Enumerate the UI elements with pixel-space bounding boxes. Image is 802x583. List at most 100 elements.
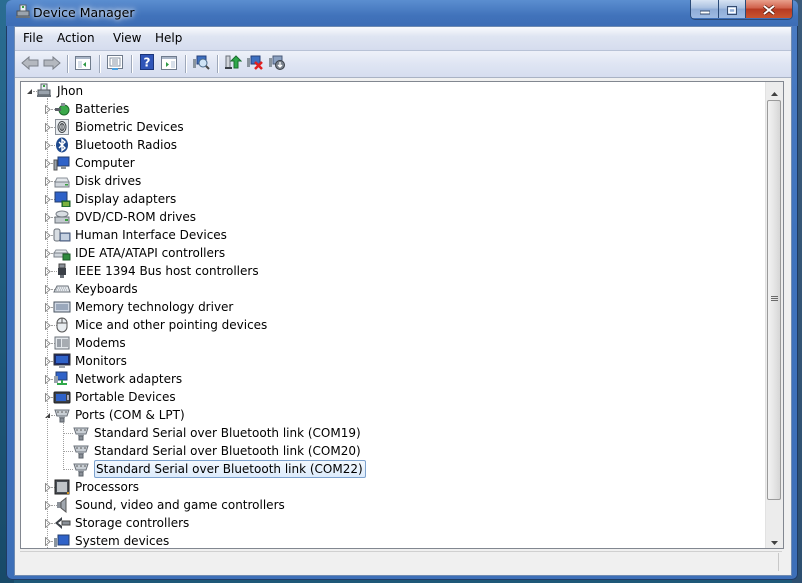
tree-item-label: Biometric Devices xyxy=(75,120,184,134)
minimize-button[interactable] xyxy=(691,0,719,18)
update-driver-button[interactable] xyxy=(223,55,243,73)
port-icon xyxy=(53,407,71,423)
monitor-icon xyxy=(53,353,71,369)
tree-category-item[interactable]: Bluetooth Radios xyxy=(53,136,177,154)
ide-controller-icon xyxy=(53,245,71,261)
scrollbar-grip-line xyxy=(771,298,778,299)
port-icon xyxy=(72,443,90,459)
toolbar-separator xyxy=(67,55,68,73)
device-tree[interactable]: Jhon Batteries Biometric Devices Bluetooth … xyxy=(20,81,784,549)
bluetooth-icon xyxy=(53,137,71,153)
storage-controller-icon xyxy=(53,515,71,531)
toolbar: ? xyxy=(15,51,791,78)
help-button[interactable]: ? xyxy=(137,54,157,73)
dvd-drive-icon xyxy=(53,209,71,225)
tree-category-item[interactable]: Portable Devices xyxy=(53,388,176,406)
maximize-icon xyxy=(727,0,737,19)
scroll-down-button[interactable] xyxy=(766,531,783,548)
tree-category-item[interactable]: Computer xyxy=(53,154,135,172)
tree-item-label: DVD/CD-ROM drives xyxy=(75,210,197,224)
toolbar-separator xyxy=(131,55,132,73)
memory-icon xyxy=(53,299,71,315)
modem-icon xyxy=(53,335,71,351)
tree-item-label: Standard Serial over Bluetooth link (COM… xyxy=(94,426,361,440)
scan-hardware-icon xyxy=(192,54,210,74)
tree-category-item[interactable]: Batteries xyxy=(53,100,129,118)
status-pane xyxy=(20,553,779,571)
tree-item-label: Sound, video and game controllers xyxy=(75,498,285,512)
computer-root-icon xyxy=(35,83,53,99)
vertical-scrollbar[interactable] xyxy=(765,82,783,548)
tree-category-item[interactable]: DVD/CD-ROM drives xyxy=(53,208,196,226)
disable-device-icon xyxy=(246,54,264,74)
tree-item-label: Memory technology driver xyxy=(75,300,234,314)
caption-buttons xyxy=(690,0,793,20)
scroll-down-arrow-icon xyxy=(771,530,778,548)
scrollbar-grip-line xyxy=(771,300,778,301)
uninstall-device-button[interactable] xyxy=(267,55,287,73)
tree-category-item[interactable]: Monitors xyxy=(53,352,127,370)
tree-category-item[interactable]: Ports (COM & LPT) xyxy=(53,406,185,424)
network-adapter-icon xyxy=(53,371,71,387)
scan-hardware-button[interactable] xyxy=(191,55,211,73)
tree-category-item[interactable]: Biometric Devices xyxy=(53,118,184,136)
tree-category-item[interactable]: Disk drives xyxy=(53,172,141,190)
tree-category-item[interactable]: IEEE 1394 Bus host controllers xyxy=(53,262,259,280)
hid-icon xyxy=(53,227,71,243)
menu-file[interactable]: File xyxy=(23,31,43,45)
back-arrow-icon xyxy=(21,55,39,74)
tree-item-label: Display adapters xyxy=(75,192,177,206)
tree-category-item[interactable]: System devices xyxy=(53,532,169,548)
tree-root-jhon[interactable]: Jhon xyxy=(35,82,83,100)
window-title: Device Manager xyxy=(33,5,135,20)
port-icon xyxy=(72,425,90,441)
tree-category-item[interactable]: Network adapters xyxy=(53,370,182,388)
uninstall-device-icon xyxy=(268,54,286,74)
tree-category-item[interactable]: Keyboards xyxy=(53,280,138,298)
tree-port-item[interactable]: Standard Serial over Bluetooth link (COM… xyxy=(72,442,361,460)
properties-button[interactable] xyxy=(105,54,125,73)
title-bar[interactable]: Device Manager xyxy=(6,0,798,26)
scrollbar-thumb[interactable] xyxy=(767,100,781,500)
disable-device-button[interactable] xyxy=(245,55,265,73)
keyboard-icon xyxy=(53,281,71,297)
show-hide-console-tree-button[interactable] xyxy=(73,55,93,73)
tree-port-item[interactable]: Standard Serial over Bluetooth link (COM… xyxy=(72,424,361,442)
tree-item-label: Standard Serial over Bluetooth link (COM… xyxy=(94,444,361,458)
tree-port-item[interactable]: Standard Serial over Bluetooth link (COM… xyxy=(72,460,366,478)
forward-button[interactable] xyxy=(42,55,62,73)
tree-category-item[interactable]: Sound, video and game controllers xyxy=(53,496,285,514)
tree-item-label: Ports (COM & LPT) xyxy=(75,408,185,422)
status-bar xyxy=(20,551,782,572)
tree-category-item[interactable]: Display adapters xyxy=(53,190,176,208)
tree-category-item[interactable]: Processors xyxy=(53,478,139,496)
tree-item-label: Standard Serial over Bluetooth link (COM… xyxy=(94,460,366,478)
close-icon xyxy=(762,0,776,19)
tree-item-label: IDE ATA/ATAPI controllers xyxy=(75,246,226,260)
display-adapter-icon xyxy=(53,191,71,207)
tree-category-item[interactable]: Mice and other pointing devices xyxy=(53,316,267,334)
menu-help[interactable]: Help xyxy=(155,31,182,45)
tree-category-item[interactable]: Human Interface Devices xyxy=(53,226,227,244)
tree-category-item[interactable]: Storage controllers xyxy=(53,514,189,532)
show-hide-action-pane-button[interactable] xyxy=(159,55,179,73)
tree-item-label: Disk drives xyxy=(75,174,142,188)
tree-item-label: Network adapters xyxy=(75,372,183,386)
close-button[interactable] xyxy=(746,0,792,18)
maximize-button[interactable] xyxy=(719,0,746,18)
tree-category-item[interactable]: Modems xyxy=(53,334,126,352)
menu-view[interactable]: View xyxy=(113,31,141,45)
tree-item-label: Monitors xyxy=(75,354,127,368)
tree-item-label: Batteries xyxy=(75,102,130,116)
scroll-up-button[interactable] xyxy=(766,82,783,99)
back-button[interactable] xyxy=(20,55,40,73)
toolbar-separator xyxy=(217,55,218,73)
tree-item-label: Bluetooth Radios xyxy=(75,138,178,152)
tree-category-item[interactable]: IDE ATA/ATAPI controllers xyxy=(53,244,225,262)
menu-action[interactable]: Action xyxy=(57,31,95,45)
toolbar-separator xyxy=(99,55,100,73)
battery-icon xyxy=(53,101,71,117)
device-manager-app-icon xyxy=(14,4,32,20)
tree-item-label: Storage controllers xyxy=(75,516,190,530)
tree-category-item[interactable]: Memory technology driver xyxy=(53,298,233,316)
